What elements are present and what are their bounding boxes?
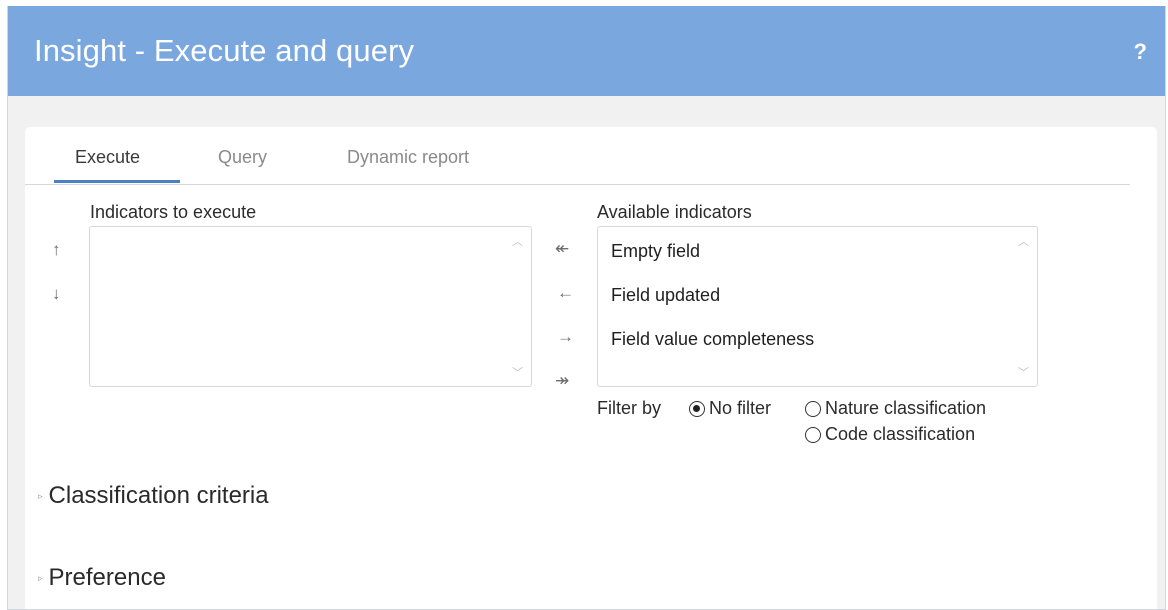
scroll-up-icon[interactable]: ︿ (512, 233, 523, 249)
remove-button[interactable]: → (557, 327, 574, 347)
radio-unchecked-icon (805, 426, 821, 443)
indicators-to-execute-list[interactable]: ︿ ﹀ (89, 226, 532, 387)
move-down-button[interactable]: ↓ (52, 284, 61, 304)
scroll-up-icon[interactable]: ︿ (1018, 233, 1029, 249)
active-tab-indicator (54, 180, 180, 183)
tab-execute[interactable]: Execute (75, 147, 140, 168)
available-indicators-list[interactable]: Empty field Field updated Field value co… (597, 226, 1038, 387)
move-up-button[interactable]: ↑ (52, 240, 61, 260)
list-item[interactable]: Field updated (611, 285, 720, 306)
add-all-button[interactable]: ↞ (555, 239, 569, 259)
tab-query[interactable]: Query (218, 147, 267, 168)
radio-checked-icon (689, 400, 705, 417)
scroll-down-icon[interactable]: ﹀ (1018, 364, 1029, 380)
radio-nature-classification[interactable]: Nature classification (805, 398, 986, 419)
radio-unchecked-icon (805, 400, 821, 417)
section-title: Preference (48, 564, 166, 591)
scroll-down-icon[interactable]: ﹀ (512, 364, 523, 380)
radio-label: Nature classification (825, 398, 987, 418)
preference-section[interactable]: ▹ Preference (38, 564, 166, 592)
tab-bar: Execute Query Dynamic report (25, 127, 1130, 185)
list-item[interactable]: Field value completeness (611, 329, 814, 350)
help-button[interactable]: ? (1134, 39, 1147, 65)
header-bar: Insight - Execute and query ? (8, 6, 1165, 96)
section-title: Classification criteria (48, 482, 269, 509)
radio-label: No filter (709, 398, 772, 418)
filter-by-label: Filter by (597, 398, 662, 418)
radio-code-classification[interactable]: Code classification (805, 424, 975, 445)
remove-all-button[interactable]: ↠ (555, 371, 569, 391)
radio-no-filter[interactable]: No filter (689, 398, 771, 419)
tab-dynamic-report[interactable]: Dynamic report (347, 147, 469, 168)
radio-label: Code classification (825, 424, 976, 444)
add-button[interactable]: ← (557, 283, 574, 303)
available-indicators-label: Available indicators (597, 202, 752, 222)
list-item[interactable]: Empty field (611, 241, 700, 262)
indicators-to-execute-label: Indicators to execute (90, 202, 257, 222)
expand-icon: ▹ (38, 490, 43, 501)
classification-criteria-section[interactable]: ▹ Classification criteria (38, 482, 269, 510)
app-window: Insight - Execute and query ? Execute Qu… (7, 6, 1166, 610)
content-card: Execute Query Dynamic report Indicators … (25, 127, 1157, 609)
page-title: Insight - Execute and query (34, 33, 415, 68)
expand-icon: ▹ (38, 572, 43, 583)
